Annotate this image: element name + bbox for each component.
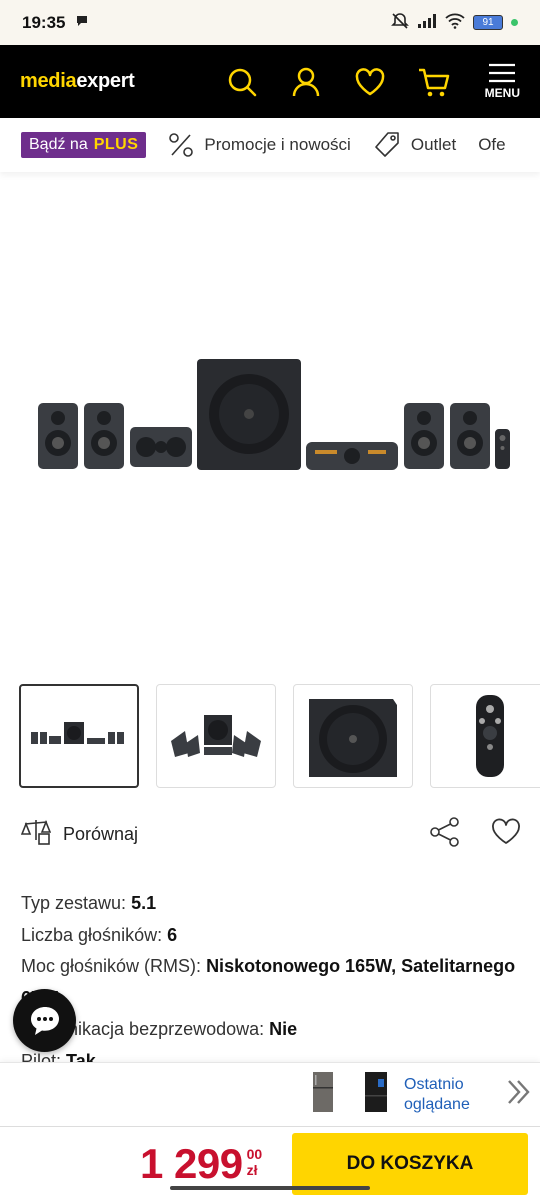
logo[interactable]: mediaexpert: [20, 70, 135, 93]
percent-icon: [169, 133, 194, 157]
chat-button[interactable]: [13, 989, 76, 1052]
compare-icon[interactable]: [20, 818, 52, 851]
tag-icon: [375, 132, 399, 157]
privacy-indicator: [511, 19, 518, 26]
site-header: mediaexpert MENU: [0, 45, 540, 118]
category-label: Outlet: [410, 135, 457, 154]
spec-label: Liczba głośników:: [21, 924, 163, 945]
plus-program-badge[interactable]: Bądź na PLUS: [21, 132, 147, 158]
thumbnail-4[interactable]: [430, 684, 540, 788]
spec-row: Komunikacja bezprzewodowa: Nie: [21, 1014, 521, 1046]
category-label: Ofe: [478, 135, 506, 154]
status-bar: 19:35 91: [0, 0, 540, 45]
logo-part-expert: expert: [76, 70, 135, 92]
spec-value: Nie: [269, 1019, 298, 1039]
thumbnail-gallery: [19, 684, 540, 788]
spec-value: 5.1: [131, 893, 157, 913]
compare-row: Porównaj: [20, 814, 521, 854]
chat-notification-icon: [75, 13, 89, 33]
price-main: 1 299: [140, 1139, 243, 1187]
price-cents: 00: [246, 1145, 263, 1162]
status-time: 19:35: [22, 12, 66, 32]
share-icon[interactable]: [429, 816, 461, 852]
product-specs: Typ zestawu: 5.1 Liczba głośników: 6 Moc…: [21, 888, 521, 1077]
logo-part-media: media: [20, 70, 77, 92]
spec-row: Typ zestawu: 5.1: [21, 888, 521, 920]
thumbnail-3[interactable]: [293, 684, 413, 788]
menu-icon: [489, 63, 516, 83]
recently-viewed-bar[interactable]: Ostatnio oglądane: [0, 1062, 540, 1126]
spec-value: 6: [167, 924, 178, 945]
thumbnail-1[interactable]: [19, 684, 139, 788]
menu-button[interactable]: MENU: [485, 63, 520, 100]
wifi-icon: [445, 13, 465, 32]
plus-word: PLUS: [93, 136, 139, 153]
mute-icon: [391, 12, 409, 33]
price-currency: zł: [246, 1161, 258, 1178]
signal-icon: [417, 13, 437, 32]
category-label: Promocje i nowości: [204, 135, 351, 154]
favorite-heart-icon[interactable]: [491, 818, 521, 851]
spec-row: Moc głośników (RMS): Niskotonowego 165W,…: [21, 951, 521, 1014]
thumbnail-2[interactable]: [156, 684, 276, 788]
recent-product-image[interactable]: [312, 1071, 334, 1118]
spec-label: Moc głośników (RMS):: [21, 956, 202, 976]
spec-row: Liczba głośników: 6: [21, 920, 521, 952]
double-chevron-right-icon[interactable]: [506, 1078, 532, 1111]
price: 1 299 00 zł: [140, 1140, 262, 1188]
heart-icon[interactable]: [351, 63, 389, 101]
plus-prefix: Bądź na: [29, 136, 88, 153]
chat-bubble-icon: [30, 1006, 59, 1035]
compare-label[interactable]: Porównaj: [63, 824, 138, 845]
category-promotions[interactable]: Promocje i nowości: [168, 132, 351, 158]
category-offers[interactable]: Ofe: [478, 135, 505, 155]
product-main-image[interactable]: [0, 180, 540, 670]
home-indicator[interactable]: [170, 1186, 370, 1190]
category-outlet[interactable]: Outlet: [373, 131, 456, 159]
search-icon[interactable]: [223, 63, 261, 101]
cart-icon[interactable]: [415, 63, 453, 101]
recent-product-image[interactable]: [364, 1071, 388, 1118]
user-icon[interactable]: [287, 63, 325, 101]
recent-label-line: Ostatnio: [404, 1075, 464, 1093]
menu-label: MENU: [484, 86, 520, 100]
category-strip: Bądź na PLUS Promocje i nowości Outlet O…: [0, 118, 540, 172]
recently-viewed-label[interactable]: Ostatnio oglądane: [404, 1075, 484, 1115]
battery-icon: 91: [473, 15, 503, 30]
spec-label: Typ zestawu:: [21, 893, 127, 913]
recent-label-line: oglądane: [404, 1095, 470, 1113]
